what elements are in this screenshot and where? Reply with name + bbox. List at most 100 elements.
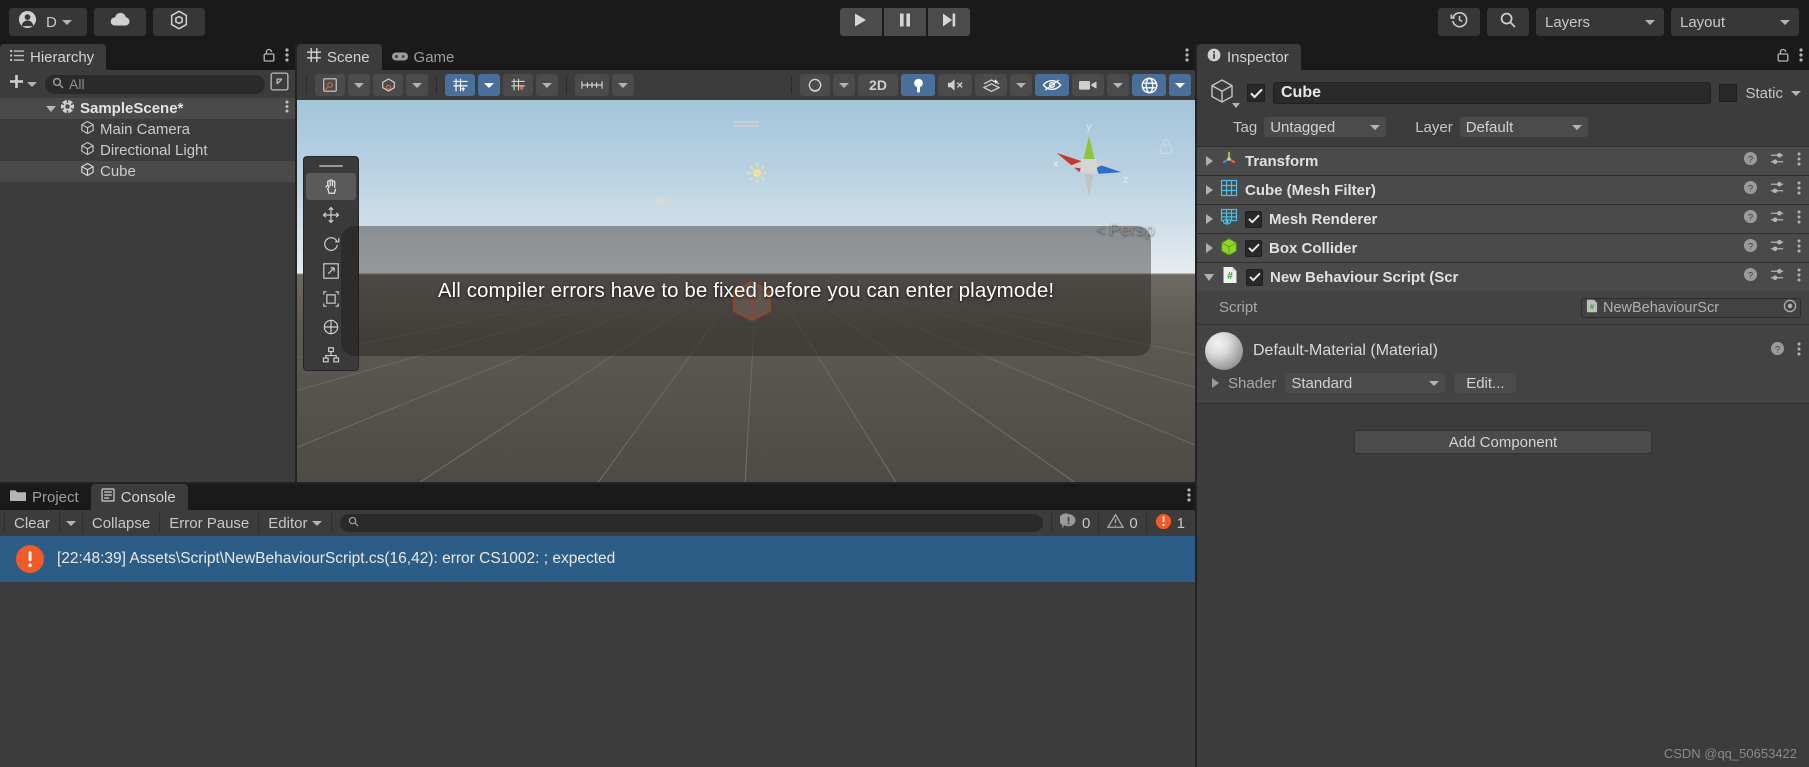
material-menu-icon[interactable]	[1797, 342, 1801, 361]
chevron-right-icon[interactable]	[1206, 214, 1213, 224]
gizmos-toggle-button[interactable]	[1132, 74, 1166, 96]
search-button[interactable]	[1487, 8, 1529, 36]
chevron-down-icon[interactable]	[1232, 103, 1240, 108]
tab-hierarchy[interactable]: Hierarchy	[0, 44, 107, 70]
component-menu-icon[interactable]	[1797, 210, 1801, 229]
pause-button[interactable]	[883, 8, 926, 36]
help-icon[interactable]: ?	[1743, 267, 1758, 287]
main-camera-gizmo[interactable]	[654, 195, 672, 207]
hierarchy-menu-icon[interactable]	[285, 47, 289, 67]
help-icon[interactable]: ?	[1743, 151, 1758, 171]
chevron-down-icon[interactable]	[1204, 273, 1214, 281]
tab-inspector[interactable]: Inspector	[1197, 44, 1301, 70]
hierarchy-search-input[interactable]: All	[45, 74, 265, 94]
preset-icon[interactable]	[1770, 209, 1785, 229]
console-warning-counter[interactable]: 0	[1098, 513, 1145, 533]
pivot-rotation-button[interactable]	[373, 74, 403, 96]
overlay-drag-handle[interactable]	[733, 116, 759, 134]
move-tool-button[interactable]	[306, 201, 356, 228]
lock-icon[interactable]	[263, 48, 275, 67]
snap-increment-button[interactable]	[575, 74, 609, 96]
hierarchy-expand-icon[interactable]	[270, 72, 289, 96]
chevron-right-icon[interactable]	[1212, 378, 1219, 388]
scene-camera-dropdown[interactable]	[1107, 74, 1129, 96]
console-clear-dropdown[interactable]	[60, 513, 83, 533]
console-clear-button[interactable]: Clear	[4, 513, 60, 533]
chevron-right-icon[interactable]	[1206, 156, 1213, 166]
grid-snapping-button[interactable]	[445, 74, 475, 96]
layers-dropdown[interactable]: Layers	[1536, 8, 1664, 36]
add-component-button[interactable]: Add Component	[1354, 430, 1652, 454]
tab-console[interactable]: Console	[90, 484, 188, 510]
account-button[interactable]: D	[9, 8, 87, 36]
chevron-right-icon[interactable]	[1206, 243, 1213, 253]
pivot-rotation-dropdown[interactable]	[406, 74, 428, 96]
tools-overlay-handle[interactable]	[306, 159, 356, 172]
services-button[interactable]	[153, 8, 205, 36]
effects-button[interactable]	[975, 74, 1007, 96]
hierarchy-scene-divider[interactable]	[295, 44, 297, 484]
shader-edit-button[interactable]: Edit...	[1454, 373, 1517, 393]
console-search-input[interactable]	[340, 514, 1043, 532]
hierarchy-item-cube[interactable]: Cube	[0, 161, 295, 182]
component-menu-icon[interactable]	[1797, 152, 1801, 171]
help-icon[interactable]: ?	[1743, 238, 1758, 258]
tag-dropdown[interactable]: Untagged	[1264, 117, 1387, 137]
hidden-objects-button[interactable]	[1035, 74, 1069, 96]
console-collapse-button[interactable]: Collapse	[83, 513, 161, 533]
audio-mute-button[interactable]	[938, 74, 972, 96]
layer-dropdown[interactable]: Default	[1459, 117, 1588, 137]
console-menu-icon[interactable]	[1187, 487, 1191, 507]
gameobject-enabled-checkbox[interactable]	[1247, 84, 1265, 102]
shader-dropdown[interactable]: Standard	[1285, 373, 1446, 393]
console-log-counter[interactable]: 0	[1050, 512, 1098, 533]
2d-toggle-button[interactable]: 2D	[858, 74, 898, 96]
draw-mode-button[interactable]	[800, 74, 830, 96]
gameobject-name-input[interactable]: Cube	[1273, 82, 1712, 104]
component-row-transform[interactable]: Transform ?	[1197, 146, 1809, 175]
pivot-mode-button[interactable]	[315, 74, 345, 96]
component-menu-icon[interactable]	[1797, 181, 1801, 200]
component-row-box-collider[interactable]: Box Collider ?	[1197, 233, 1809, 262]
step-button[interactable]	[927, 8, 970, 36]
cloud-button[interactable]	[94, 8, 146, 36]
gizmo-lock-icon[interactable]	[1159, 138, 1173, 160]
chevron-down-icon[interactable]	[46, 105, 56, 112]
component-enabled-checkbox[interactable]	[1246, 268, 1263, 286]
play-button[interactable]	[839, 8, 882, 36]
grid-visual-dropdown[interactable]	[536, 74, 558, 96]
tab-game[interactable]: Game	[382, 44, 467, 70]
scene-camera-button[interactable]	[1072, 74, 1104, 96]
component-enabled-checkbox[interactable]	[1245, 210, 1262, 228]
help-icon[interactable]: ?	[1770, 341, 1785, 361]
gameobject-icon-wrap[interactable]	[1205, 77, 1240, 109]
component-menu-icon[interactable]	[1797, 239, 1801, 258]
gizmos-dropdown[interactable]	[1169, 74, 1191, 96]
tab-project[interactable]: Project	[0, 484, 91, 510]
object-picker-icon[interactable]	[1783, 299, 1797, 317]
preset-icon[interactable]	[1770, 151, 1785, 171]
undo-history-button[interactable]	[1438, 8, 1480, 36]
scene-row-menu-icon[interactable]	[285, 100, 289, 117]
console-entry-row[interactable]: [22:48:39] Assets\Script\NewBehaviourScr…	[0, 536, 1197, 582]
component-menu-icon[interactable]	[1797, 268, 1801, 287]
component-row-mesh-filter[interactable]: Cube (Mesh Filter) ?	[1197, 175, 1809, 204]
grid-visual-button[interactable]	[503, 74, 533, 96]
console-error-counter[interactable]: 1	[1145, 513, 1193, 533]
console-editor-dropdown[interactable]: Editor	[259, 513, 333, 533]
static-checkbox[interactable]	[1719, 84, 1738, 102]
help-icon[interactable]: ?	[1743, 180, 1758, 200]
chevron-down-icon[interactable]	[1791, 90, 1801, 96]
scene-menu-icon[interactable]	[1185, 47, 1189, 67]
scene-view-gizmo[interactable]: y x z	[1041, 118, 1137, 214]
draw-mode-dropdown[interactable]	[833, 74, 855, 96]
preset-icon[interactable]	[1770, 267, 1785, 287]
tab-scene[interactable]: Scene	[297, 44, 382, 70]
lock-icon[interactable]	[1777, 48, 1789, 67]
grid-snapping-dropdown[interactable]	[478, 74, 500, 96]
hierarchy-item-directional-light[interactable]: Directional Light	[0, 140, 295, 161]
snap-increment-dropdown[interactable]	[612, 74, 634, 96]
layout-dropdown[interactable]: Layout	[1671, 8, 1799, 36]
scene-viewport[interactable]: y x z < Persp All compiler errors have to…	[297, 100, 1195, 484]
chevron-right-icon[interactable]	[1206, 185, 1213, 195]
